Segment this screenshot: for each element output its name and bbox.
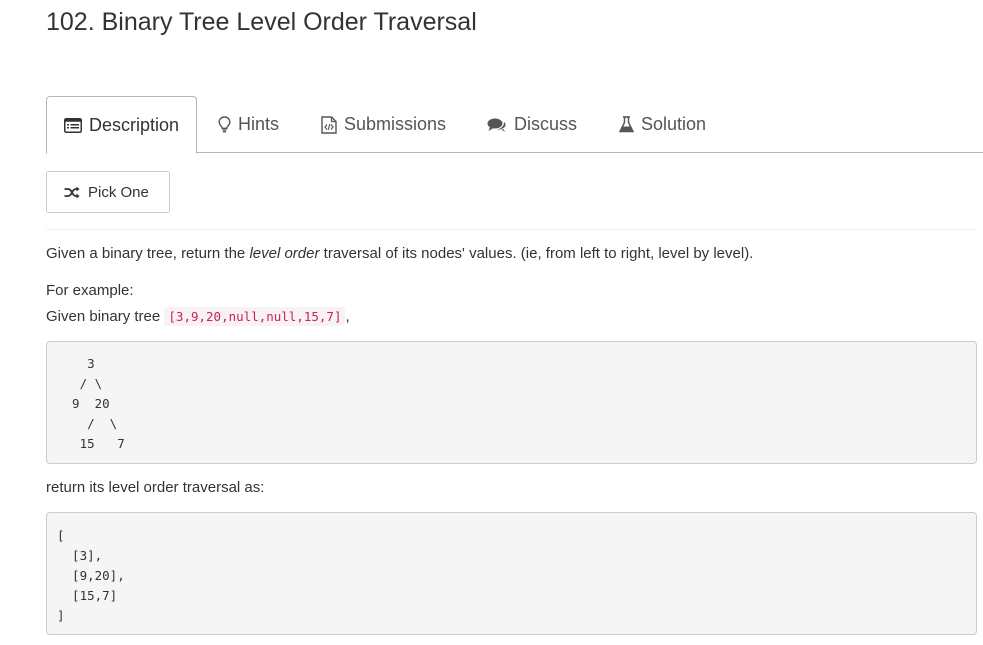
pick-one-label: Pick One: [88, 183, 149, 201]
tab-submissions[interactable]: Submissions: [321, 96, 446, 153]
content-divider: [46, 229, 976, 230]
tab-hints[interactable]: Hints: [218, 96, 279, 153]
lightbulb-icon: [218, 116, 231, 133]
given-prefix: Given binary tree: [46, 308, 165, 325]
given-tree-code: [3,9,20,null,null,15,7]: [164, 307, 346, 326]
tab-discuss[interactable]: Discuss: [487, 96, 577, 153]
flask-icon: [619, 116, 634, 133]
result-code-block: [ [3], [9,20], [15,7] ]: [46, 512, 977, 635]
page-title: 102. Binary Tree Level Order Traversal: [46, 8, 477, 36]
return-label: return its level order traversal as:: [46, 479, 265, 496]
tab-description[interactable]: Description: [46, 96, 197, 154]
example-label: For example:: [46, 282, 134, 299]
file-code-icon: [321, 115, 337, 134]
intro-emphasis: level order: [249, 245, 320, 262]
comments-icon: [487, 117, 507, 133]
given-suffix: ,: [345, 308, 350, 325]
list-alt-icon: [64, 117, 82, 133]
tab-hints-label: Hints: [238, 114, 280, 134]
intro-text-after: traversal of its nodes' values. (ie, fro…: [319, 245, 754, 262]
given-tree-line: Given binary tree [3,9,20,null,null,15,7…: [46, 307, 350, 327]
tab-solution[interactable]: Solution: [619, 96, 706, 153]
pick-one-button[interactable]: Pick One: [46, 171, 170, 213]
random-icon: [64, 186, 80, 199]
tab-description-label: Description: [89, 114, 180, 135]
problem-tabs: Description Hints Submissions Discuss So…: [46, 96, 983, 154]
tab-submissions-label: Submissions: [344, 114, 447, 134]
tree-diagram-block: 3 / \ 9 20 / \ 15 7: [46, 341, 977, 464]
problem-intro: Given a binary tree, return the level or…: [46, 244, 753, 264]
intro-text-before: Given a binary tree, return the: [46, 245, 250, 262]
tab-discuss-label: Discuss: [514, 114, 578, 134]
tab-solution-label: Solution: [641, 114, 707, 134]
